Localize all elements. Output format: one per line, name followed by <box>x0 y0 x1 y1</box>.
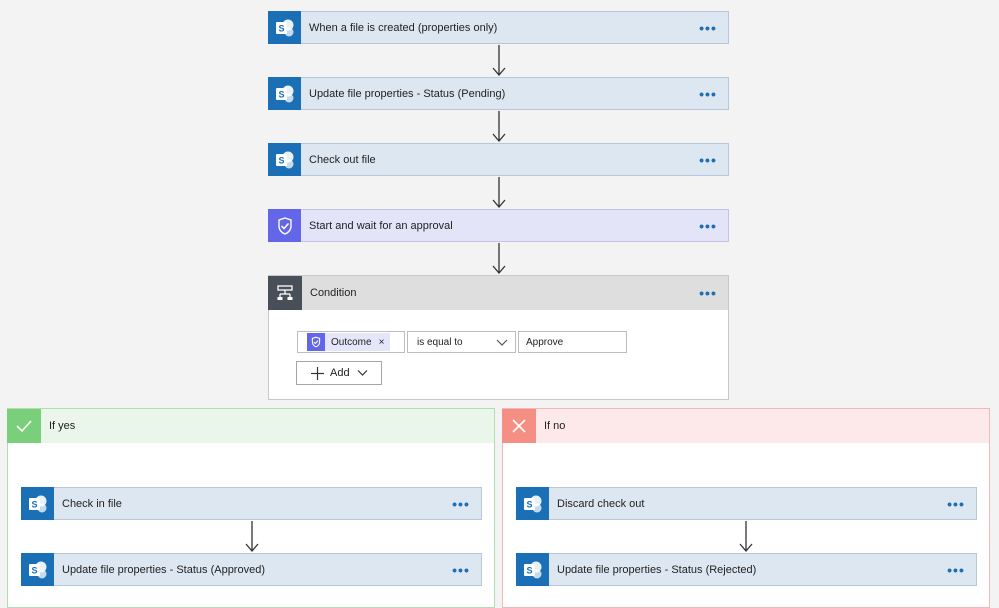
step-label: Update file properties - Status (Rejecte… <box>557 563 757 576</box>
more-options-button[interactable]: ••• <box>441 496 481 512</box>
more-options-button[interactable]: ••• <box>688 152 728 168</box>
if-yes-title: If yes <box>49 420 76 432</box>
more-options-button[interactable]: ••• <box>936 562 976 578</box>
svg-text:S: S <box>526 565 532 575</box>
if-no-title: If no <box>544 420 566 432</box>
condition-value-input[interactable]: Approve <box>518 331 627 353</box>
step-label: Update file properties - Status (Pending… <box>309 87 506 100</box>
add-label: Add <box>330 367 350 379</box>
step-label: Discard check out <box>557 497 645 510</box>
outcome-token[interactable]: Outcome × <box>307 333 391 351</box>
more-options-button[interactable]: ••• <box>688 20 728 36</box>
sharepoint-icon: S <box>516 553 549 586</box>
flow-step-check-out[interactable]: S Check out file ••• <box>268 143 729 176</box>
condition-value: Approve <box>526 336 564 348</box>
svg-text:S: S <box>31 565 37 575</box>
arrow-down-icon <box>492 177 506 208</box>
close-icon <box>502 408 536 443</box>
remove-token-button[interactable]: × <box>379 337 385 348</box>
svg-text:S: S <box>31 499 37 509</box>
more-options-button[interactable]: ••• <box>441 562 481 578</box>
approvals-icon <box>307 333 325 351</box>
arrow-down-icon <box>492 111 506 142</box>
chevron-down-icon <box>496 339 508 346</box>
approvals-icon <box>268 209 301 242</box>
svg-text:S: S <box>278 89 284 99</box>
sharepoint-icon: S <box>516 487 549 520</box>
step-label: Check out file <box>309 153 376 166</box>
operator-value: is equal to <box>417 336 463 348</box>
flow-step-trigger[interactable]: S When a file is created (properties onl… <box>268 11 729 44</box>
more-options-button[interactable]: ••• <box>936 496 976 512</box>
step-label: Start and wait for an approval <box>309 219 453 232</box>
condition-header[interactable]: Condition ••• <box>268 275 728 310</box>
if-no-header[interactable]: If no <box>502 408 989 443</box>
step-label: Check in file <box>62 497 122 510</box>
chevron-down-icon <box>357 370 368 376</box>
flow-step-update-approved[interactable]: S Update file properties - Status (Appro… <box>21 553 482 586</box>
checkmark-icon <box>7 408 41 443</box>
arrow-down-icon <box>245 521 259 552</box>
flow-step-update-rejected[interactable]: S Update file properties - Status (Rejec… <box>516 553 977 586</box>
arrow-down-icon <box>492 45 506 76</box>
svg-text:S: S <box>278 23 284 33</box>
token-label: Outcome <box>331 336 372 348</box>
condition-title: Condition <box>310 287 357 299</box>
condition-left-operand[interactable]: Outcome × <box>297 331 405 353</box>
more-options-button[interactable]: ••• <box>688 218 728 234</box>
step-label: When a file is created (properties only) <box>309 21 498 34</box>
svg-text:S: S <box>278 155 284 165</box>
flow-step-update-pending[interactable]: S Update file properties - Status (Pendi… <box>268 77 729 110</box>
flow-step-check-in[interactable]: S Check in file ••• <box>21 487 482 520</box>
arrow-down-icon <box>739 521 753 552</box>
if-yes-header[interactable]: If yes <box>7 408 494 443</box>
plus-icon <box>311 366 324 380</box>
sharepoint-icon: S <box>268 143 301 176</box>
add-button[interactable]: Add <box>296 361 382 385</box>
svg-text:S: S <box>526 499 532 509</box>
step-label: Update file properties - Status (Approve… <box>62 563 265 576</box>
flow-step-discard-check-out[interactable]: S Discard check out ••• <box>516 487 977 520</box>
more-options-button[interactable]: ••• <box>688 86 728 102</box>
more-options-button[interactable]: ••• <box>688 285 728 301</box>
sharepoint-icon: S <box>21 553 54 586</box>
sharepoint-icon: S <box>268 77 301 110</box>
sharepoint-icon: S <box>21 487 54 520</box>
sharepoint-icon: S <box>268 11 301 44</box>
condition-card[interactable]: Condition ••• Outcome × is equal to Appr… <box>268 275 729 400</box>
flow-step-approval[interactable]: Start and wait for an approval ••• <box>268 209 729 242</box>
arrow-down-icon <box>492 243 506 274</box>
condition-icon <box>268 275 302 310</box>
operator-dropdown[interactable]: is equal to <box>407 331 516 353</box>
